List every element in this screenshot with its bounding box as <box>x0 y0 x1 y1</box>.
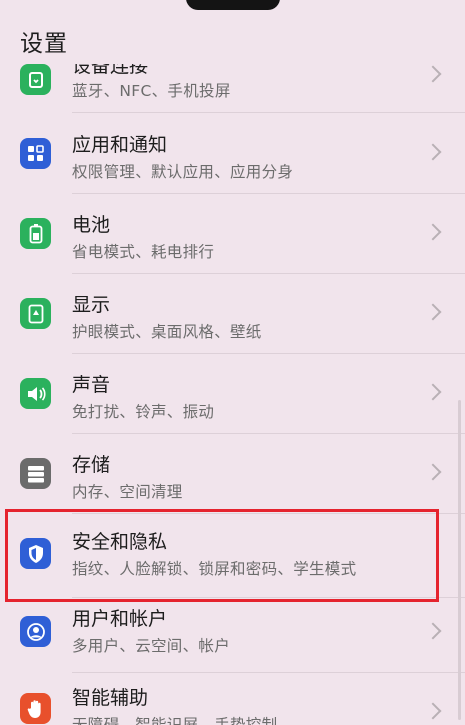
settings-item-subtitle: 省电模式、耗电排行 <box>72 243 215 261</box>
settings-item-apps[interactable]: 应用和通知 权限管理、默认应用、应用分身 <box>0 113 465 193</box>
settings-item-sound[interactable]: 声音 免打扰、铃声、振动 <box>0 353 465 433</box>
chevron-right-icon <box>424 303 442 321</box>
settings-item-title: 存储 <box>72 454 111 476</box>
camera-notch <box>186 0 280 10</box>
settings-item-subtitle: 指纹、人脸解锁、锁屏和密码、学生模式 <box>72 560 357 578</box>
settings-item-subtitle: 护眼模式、桌面风格、壁纸 <box>72 323 262 341</box>
settings-item-display[interactable]: 显示 护眼模式、桌面风格、壁纸 <box>0 273 465 353</box>
settings-item-title: 电池 <box>72 214 111 236</box>
settings-screen: 设备连接 蓝牙、NFC、手机投屏 设置 应用和通知 权限管理、默认应用、应用分身… <box>0 0 465 725</box>
apps-grid-icon <box>20 138 51 169</box>
scrollbar[interactable] <box>458 400 461 720</box>
chevron-right-icon <box>424 383 442 401</box>
settings-item-battery[interactable]: 电池 省电模式、耗电排行 <box>0 193 465 273</box>
settings-item-subtitle: 无障碍、智能识屏、手势控制 <box>72 716 278 725</box>
chevron-right-icon <box>424 622 442 640</box>
settings-item-title: 智能辅助 <box>72 687 149 709</box>
page-title: 设置 <box>20 31 68 57</box>
chevron-right-icon <box>424 223 442 241</box>
settings-item-subtitle: 免打扰、铃声、振动 <box>72 403 215 421</box>
settings-item-subtitle: 蓝牙、NFC、手机投屏 <box>72 82 231 100</box>
settings-item-smart-assist[interactable]: 智能辅助 无障碍、智能识屏、手势控制 <box>0 672 465 725</box>
settings-item-subtitle: 多用户、云空间、帐户 <box>72 637 231 655</box>
device-connection-icon <box>20 64 51 95</box>
battery-icon <box>20 218 51 249</box>
settings-item-title: 安全和隐私 <box>72 531 168 553</box>
chevron-right-icon <box>424 65 442 83</box>
settings-item-subtitle: 内存、空间清理 <box>72 483 183 501</box>
settings-item-title: 显示 <box>72 294 111 316</box>
user-icon <box>20 616 51 647</box>
chevron-right-icon <box>424 143 442 161</box>
settings-item-title: 用户和帐户 <box>72 608 168 630</box>
settings-item-title: 声音 <box>72 374 111 396</box>
storage-icon <box>20 458 51 489</box>
chevron-right-icon <box>424 463 442 481</box>
hand-icon <box>20 693 51 724</box>
settings-item-title: 应用和通知 <box>72 134 168 156</box>
header-bar: 设置 <box>0 0 465 64</box>
settings-item-subtitle: 权限管理、默认应用、应用分身 <box>72 163 294 181</box>
settings-item-security-privacy[interactable]: 安全和隐私 指纹、人脸解锁、锁屏和密码、学生模式 <box>0 513 465 593</box>
settings-item-users-accounts[interactable]: 用户和帐户 多用户、云空间、帐户 <box>0 597 465 677</box>
shield-icon <box>20 538 51 569</box>
display-icon <box>20 298 51 329</box>
chevron-right-icon <box>424 702 442 720</box>
settings-item-storage[interactable]: 存储 内存、空间清理 <box>0 433 465 513</box>
speaker-icon <box>20 378 51 409</box>
settings-list: 设备连接 蓝牙、NFC、手机投屏 设置 应用和通知 权限管理、默认应用、应用分身… <box>0 0 465 725</box>
